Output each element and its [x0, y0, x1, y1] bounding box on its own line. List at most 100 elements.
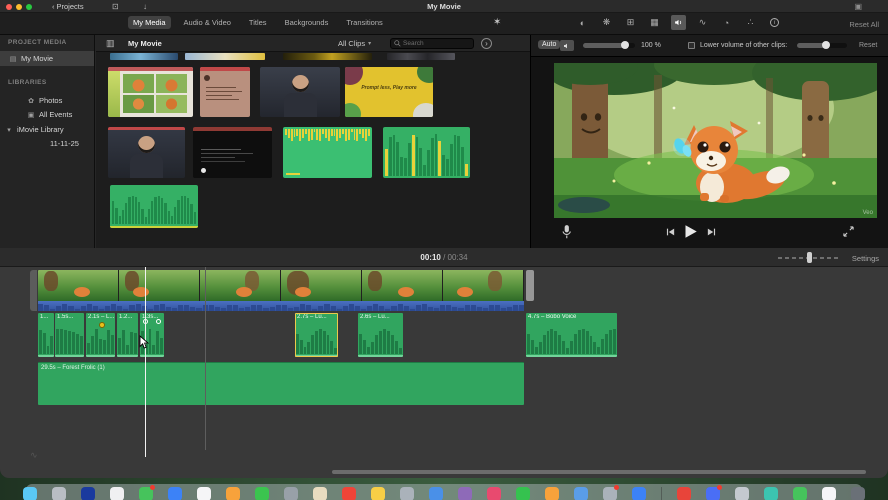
- filmstrip-frame[interactable]: [362, 270, 443, 301]
- next-frame-button[interactable]: [707, 227, 717, 237]
- timeline-audio-clip[interactable]: 1.5s...: [55, 313, 84, 357]
- dock-icon[interactable]: [139, 485, 155, 500]
- sidebar-item-event-date[interactable]: 11-11-25: [0, 136, 94, 151]
- stabilization-icon[interactable]: ▦: [647, 15, 662, 30]
- media-thumbnail-partial[interactable]: [387, 53, 455, 60]
- forward-circle-icon[interactable]: ›: [481, 38, 492, 49]
- dock-icon[interactable]: [706, 485, 722, 500]
- dock-icon[interactable]: [677, 487, 691, 500]
- tab-titles[interactable]: Titles: [244, 16, 272, 29]
- media-thumbnail-presenter-video[interactable]: [260, 67, 340, 117]
- clip-filter-icon[interactable]: ∴: [743, 15, 758, 30]
- clip-trim-handle[interactable]: [30, 270, 37, 311]
- timeline-audio-clip[interactable]: 2.1s – L...: [86, 313, 115, 357]
- window-tile-icon[interactable]: ▣: [854, 0, 862, 13]
- tab-audio-video[interactable]: Audio & Video: [179, 16, 236, 29]
- dock-icon[interactable]: [226, 487, 240, 500]
- media-thumbnail-presenter-video[interactable]: [108, 127, 185, 178]
- search-box[interactable]: [390, 38, 474, 49]
- dock-icon[interactable]: [52, 487, 66, 500]
- settings-button[interactable]: Settings: [852, 254, 879, 263]
- sidebar-item-imovie-library[interactable]: ▾ iMovie Library: [0, 122, 94, 137]
- dock-icon[interactable]: [371, 487, 385, 500]
- color-balance-icon[interactable]: ◐: [575, 15, 590, 30]
- media-thumbnail-partial[interactable]: [185, 53, 265, 60]
- media-thumbnail-partial[interactable]: [110, 53, 178, 60]
- volume-slider[interactable]: [583, 41, 635, 49]
- media-thumbnail-audio-clip[interactable]: [283, 127, 372, 178]
- crop-icon[interactable]: ⊞: [623, 15, 638, 30]
- record-voiceover-icon[interactable]: [561, 224, 572, 239]
- dock-icon[interactable]: [197, 487, 211, 500]
- enhance-icon[interactable]: ✶: [493, 17, 501, 28]
- timeline[interactable]: 1... 1.5s... 2.1s – L... 1.2... 1.3s... 2.7s …: [0, 267, 888, 478]
- color-correction-icon[interactable]: ❋: [599, 15, 614, 30]
- dock-icon[interactable]: [342, 487, 356, 500]
- clip-filter-dropdown[interactable]: All Clips ▾: [338, 39, 371, 48]
- mute-button[interactable]: [560, 40, 574, 51]
- clip-trim-handle[interactable]: [526, 270, 534, 301]
- sidebar-toggle-icon[interactable]: ▥: [106, 38, 115, 49]
- dock-icon[interactable]: [735, 487, 749, 500]
- lower-volume-checkbox[interactable]: [688, 42, 695, 49]
- dock-icon[interactable]: [81, 487, 95, 500]
- filmstrip-frame[interactable]: [119, 270, 200, 301]
- dock-icon[interactable]: [458, 487, 472, 500]
- tab-transitions[interactable]: Transitions: [341, 16, 387, 29]
- dock-icon[interactable]: [793, 487, 807, 500]
- timeline-zoom-knob[interactable]: [807, 252, 812, 263]
- dock-icon[interactable]: [764, 487, 778, 500]
- dock-icon[interactable]: [545, 487, 559, 500]
- media-thumbnail-notes-window[interactable]: [200, 67, 250, 117]
- volume-icon[interactable]: [671, 15, 686, 30]
- timeline-audio-clip[interactable]: 1.2...: [117, 313, 138, 357]
- horizontal-scrollbar[interactable]: [332, 470, 866, 474]
- clip-marker-icon[interactable]: [99, 322, 106, 328]
- dock-icon[interactable]: [574, 487, 588, 500]
- sidebar-item-photos[interactable]: ✿ Photos: [0, 93, 94, 108]
- tab-my-media[interactable]: My Media: [128, 16, 171, 29]
- search-input[interactable]: [403, 40, 470, 47]
- filmstrip-frame[interactable]: [38, 270, 119, 301]
- timeline-video-audio-track[interactable]: [38, 301, 524, 311]
- reset-all-button[interactable]: Reset All: [849, 20, 879, 29]
- fullscreen-icon[interactable]: [843, 226, 854, 237]
- play-button[interactable]: [683, 224, 698, 239]
- media-thumbnail-terminal-window[interactable]: [193, 127, 272, 178]
- timeline-music-clip[interactable]: 29.5s – Forest Frolic (1): [38, 362, 524, 405]
- noise-reduction-icon[interactable]: ∿: [695, 15, 710, 30]
- media-thumbnail-audio-clip[interactable]: [383, 127, 470, 178]
- tab-backgrounds[interactable]: Backgrounds: [280, 16, 334, 29]
- auto-volume-button[interactable]: Auto: [538, 40, 561, 49]
- info-icon[interactable]: i: [767, 15, 782, 30]
- media-thumbnail-screen-recording[interactable]: [108, 67, 193, 117]
- timeline-audio-clip[interactable]: 4.7s – Bobo Voice: [526, 313, 617, 357]
- dock-icon[interactable]: [313, 487, 327, 500]
- sidebar-item-all-events[interactable]: ▣ All Events: [0, 107, 94, 122]
- dock-icon[interactable]: [284, 487, 298, 500]
- dock-icon[interactable]: [400, 487, 414, 500]
- dock-icon[interactable]: [487, 487, 501, 500]
- timeline-filmstrip[interactable]: [38, 270, 524, 301]
- dock-icon[interactable]: [23, 487, 37, 500]
- previous-frame-button[interactable]: [665, 227, 675, 237]
- timeline-audio-clip[interactable]: 1...: [38, 313, 54, 357]
- media-thumbnail-yellow-slide[interactable]: Prompt less, Play more: [345, 67, 433, 117]
- dock-icon[interactable]: [516, 487, 530, 500]
- sidebar-item-my-movie[interactable]: ▤ My Movie: [0, 51, 94, 66]
- dock-icon[interactable]: [632, 487, 646, 500]
- dock-icon[interactable]: [822, 487, 836, 500]
- filmstrip-frame[interactable]: [281, 270, 362, 301]
- media-thumbnail-audio-clip[interactable]: [110, 185, 198, 228]
- dock-icon[interactable]: [429, 487, 443, 500]
- ducking-slider[interactable]: [797, 41, 847, 49]
- reset-button[interactable]: Reset: [859, 42, 877, 49]
- dock-icon[interactable]: [255, 487, 269, 500]
- keyframe-handle-icon[interactable]: [156, 319, 161, 324]
- filmstrip-frame[interactable]: [200, 270, 281, 301]
- speed-icon[interactable]: ◔: [719, 15, 734, 30]
- dock-icon[interactable]: [603, 485, 619, 500]
- dock-icon[interactable]: [851, 487, 865, 500]
- media-thumbnail-partial[interactable]: [283, 53, 372, 60]
- dock-icon[interactable]: [110, 487, 124, 500]
